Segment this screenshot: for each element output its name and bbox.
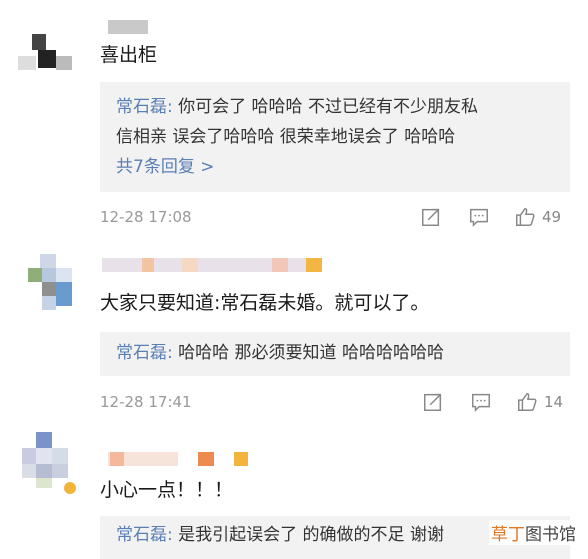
share-icon [422, 208, 440, 226]
comment-icon [472, 393, 490, 413]
reply-author[interactable]: 常石磊: [116, 343, 173, 363]
watermark-part1: 草丁 [491, 525, 525, 545]
like-button[interactable]: 14 [516, 391, 563, 413]
avatar[interactable] [18, 16, 74, 72]
comment-text: 喜出柜 [100, 44, 158, 66]
reply-text: 你可会了 哈哈哈 不过已经有不少朋友私 [172, 97, 478, 117]
avatar[interactable] [18, 254, 74, 310]
timestamp: 12-28 17:41 [100, 393, 192, 411]
watermark: 草丁图书馆 [489, 520, 578, 545]
share-button[interactable] [420, 206, 442, 228]
reply-box[interactable]: 常石磊: 哈哈哈 那必须要知道 哈哈哈哈哈哈 [100, 332, 570, 376]
watermark-part2: 图书馆 [525, 525, 576, 545]
share-button[interactable] [422, 391, 444, 413]
timestamp: 12-28 17:08 [100, 208, 192, 226]
comment-button[interactable] [470, 391, 492, 413]
reply-author[interactable]: 常石磊: [116, 97, 173, 117]
reply-author[interactable]: 常石磊: [116, 525, 173, 545]
reply-box[interactable]: 常石磊: 你可会了 哈哈哈 不过已经有不少朋友私 信相亲 误会了哈哈哈 很荣幸地… [100, 82, 570, 192]
more-replies-link[interactable]: 共7条回复 > [116, 152, 554, 182]
comment-text: 小心一点！！！ [100, 479, 234, 501]
comment-button[interactable] [468, 206, 490, 228]
reply-text: 哈哈哈 那必须要知道 哈哈哈哈哈哈 [172, 343, 444, 363]
comment-text: 大家只要知道:常石磊未婚。就可以了。 [100, 292, 430, 314]
thumbs-up-icon [518, 393, 537, 411]
like-button[interactable]: 49 [514, 206, 561, 228]
avatar[interactable] [18, 432, 76, 494]
reply-text-cont: 信相亲 误会了哈哈哈 很荣幸地误会了 哈哈哈 [116, 127, 456, 147]
reply-text: 是我引起误会了 的确做的不足 谢谢 [172, 525, 444, 545]
like-count: 49 [542, 208, 562, 226]
thumbs-up-icon [516, 208, 535, 226]
share-icon [424, 393, 442, 411]
comment-icon [470, 208, 488, 228]
like-count: 14 [544, 393, 564, 411]
